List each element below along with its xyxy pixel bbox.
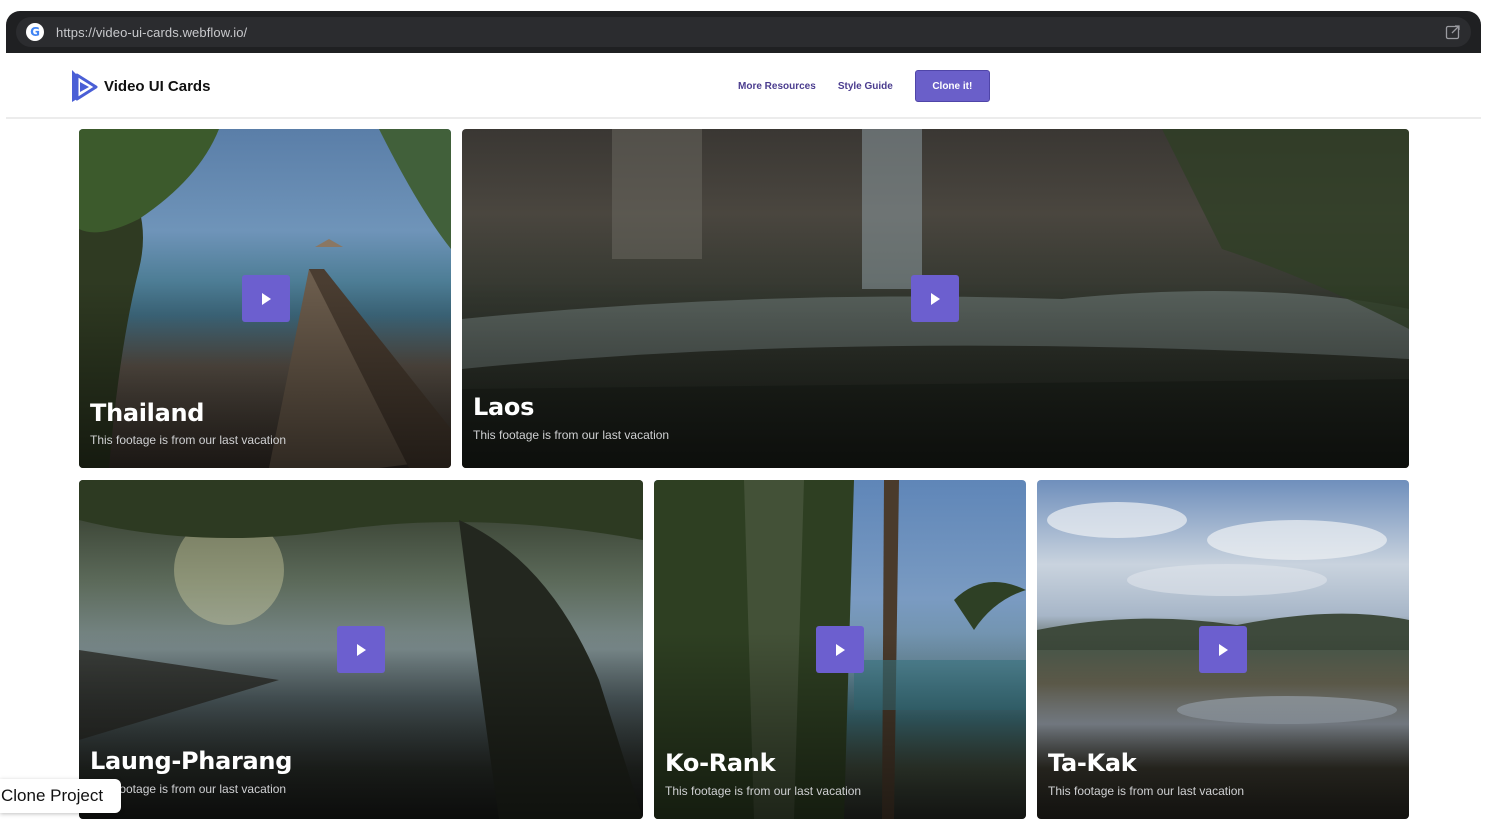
play-logo-icon: [72, 70, 98, 102]
browser-toolbar: G https://video-ui-cards.webflow.io/: [6, 11, 1481, 53]
clone-project-button[interactable]: Clone Project: [0, 779, 121, 813]
card-subtitle: This footage is from our last vacation: [665, 784, 862, 798]
play-icon: [262, 292, 271, 305]
browser-window: G https://video-ui-cards.webflow.io/ Vid…: [6, 11, 1481, 831]
address-bar[interactable]: G https://video-ui-cards.webflow.io/: [16, 17, 1471, 47]
video-card-laung-pharang[interactable]: Laung-Pharang This footage is from our l…: [79, 480, 643, 819]
card-title: Laos: [473, 393, 535, 421]
play-button[interactable]: [242, 275, 290, 322]
card-title: Thailand: [90, 399, 205, 427]
play-icon: [931, 292, 940, 305]
play-icon: [357, 643, 366, 656]
card-title: Ko-Rank: [665, 749, 776, 777]
video-card-ko-rank[interactable]: Ko-Rank This footage is from our last va…: [654, 480, 1026, 819]
google-g-icon: G: [26, 23, 44, 41]
site-navbar: Video UI Cards More Resources Style Guid…: [6, 53, 1481, 119]
play-button[interactable]: [911, 275, 959, 322]
video-card-thailand[interactable]: Thailand This footage is from our last v…: [79, 129, 451, 468]
brand-name: Video UI Cards: [104, 77, 211, 95]
video-card-laos[interactable]: Laos This footage is from our last vacat…: [462, 129, 1409, 468]
card-title: Ta-Kak: [1048, 749, 1137, 777]
clone-it-button[interactable]: Clone it!: [914, 70, 990, 102]
card-title: Laung-Pharang: [90, 747, 293, 775]
card-subtitle: This footage is from our last vacation: [90, 433, 287, 447]
nav-link-style-guide[interactable]: Style Guide: [838, 81, 893, 92]
open-external-icon[interactable]: [1445, 24, 1461, 40]
play-button[interactable]: [1199, 626, 1247, 673]
card-subtitle: This footage is from our last vacation: [1048, 784, 1245, 798]
card-subtitle: This footage is from our last vacation: [473, 428, 670, 442]
play-icon: [1219, 643, 1228, 656]
play-icon: [836, 643, 845, 656]
url-text[interactable]: https://video-ui-cards.webflow.io/: [56, 25, 247, 40]
play-button[interactable]: [816, 626, 864, 673]
video-card-ta-kak[interactable]: Ta-Kak This footage is from our last vac…: [1037, 480, 1409, 819]
play-button[interactable]: [337, 626, 385, 673]
nav-link-more-resources[interactable]: More Resources: [738, 81, 816, 92]
brand[interactable]: Video UI Cards: [70, 69, 210, 103]
nav-links: More Resources Style Guide Clone it!: [738, 70, 990, 102]
